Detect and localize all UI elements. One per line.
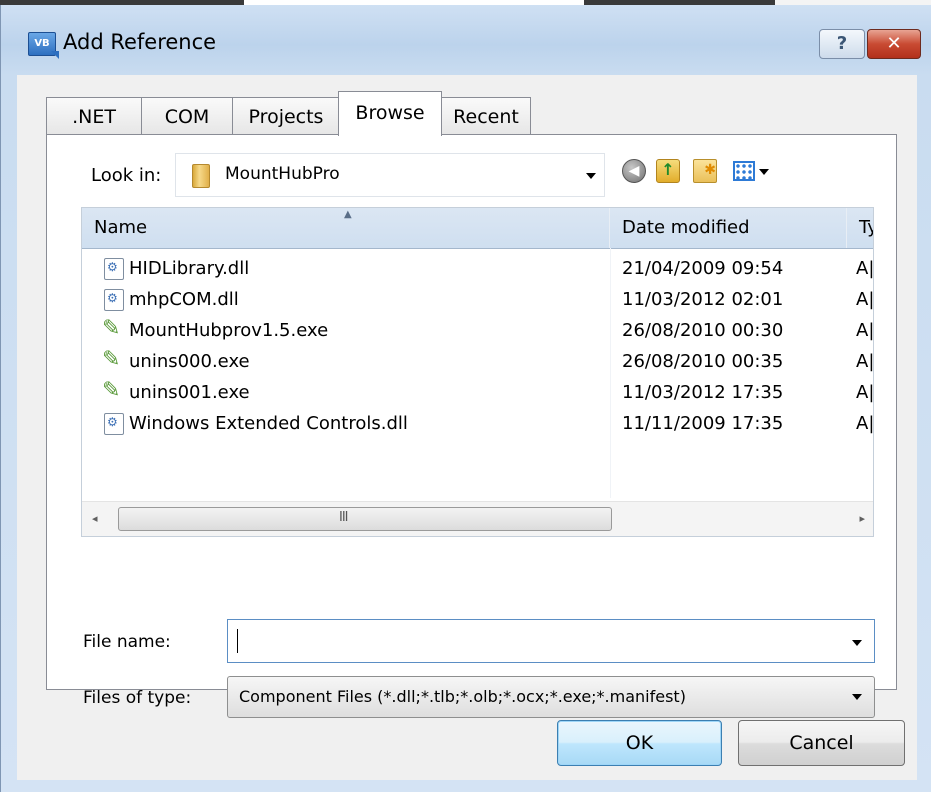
- file-name: unins000.exe: [129, 351, 250, 372]
- visual-basic-icon-label: VB: [34, 38, 50, 49]
- scrollbar-thumb[interactable]: III: [118, 507, 612, 531]
- view-menu-chevron-icon[interactable]: [759, 169, 769, 175]
- up-folder-icon[interactable]: ↑: [656, 159, 680, 183]
- title-bar[interactable]: VB Add Reference ? ✕: [1, 5, 931, 75]
- look-in-label: Look in:: [91, 165, 162, 186]
- file-name-input[interactable]: [227, 619, 875, 663]
- dll-file-icon: [104, 413, 124, 435]
- sort-ascending-icon: ▲: [344, 209, 352, 220]
- file-row[interactable]: mhpCOM.dll 11/03/2012 02:01 A|: [82, 285, 874, 316]
- files-of-type-dropdown[interactable]: Component Files (*.dll;*.tlb;*.olb;*.ocx…: [227, 676, 875, 718]
- tab-com[interactable]: COM: [141, 97, 233, 135]
- dialog-client-area: .NET COM Projects Browse Recent Look in:…: [17, 75, 917, 780]
- file-date: 26/08/2010 00:35: [622, 351, 784, 372]
- help-button[interactable]: ?: [819, 29, 865, 59]
- text-caret: [237, 629, 238, 653]
- exe-file-icon: [102, 347, 124, 373]
- visual-basic-icon-arrow: [51, 51, 59, 59]
- close-button[interactable]: ✕: [867, 29, 921, 59]
- file-type: A|: [856, 382, 874, 403]
- cancel-button[interactable]: Cancel: [738, 720, 905, 766]
- visual-basic-icon: VB: [28, 32, 59, 59]
- tab-recent[interactable]: Recent: [441, 97, 531, 135]
- chevron-down-icon[interactable]: [586, 173, 596, 179]
- look-in-value: MountHubPro: [225, 164, 340, 184]
- file-row[interactable]: unins001.exe 11/03/2012 17:35 A|: [82, 378, 874, 409]
- scroll-left-icon[interactable]: ◂: [92, 512, 98, 525]
- file-type: A|: [856, 289, 874, 310]
- file-date: 11/11/2009 17:35: [622, 413, 784, 434]
- view-menu-icon[interactable]: [733, 161, 755, 181]
- file-type: A|: [856, 351, 874, 372]
- files-of-type-value: Component Files (*.dll;*.tlb;*.olb;*.ocx…: [239, 687, 686, 706]
- ok-button[interactable]: OK: [557, 720, 722, 766]
- chevron-down-icon[interactable]: [852, 694, 862, 700]
- tab-browse[interactable]: Browse: [338, 91, 442, 136]
- file-name: MountHubprov1.5.exe: [129, 320, 329, 341]
- file-list-header: Name ▲ Date modified Ty: [82, 208, 873, 249]
- look-in-dropdown[interactable]: MountHubPro: [175, 153, 605, 197]
- file-row[interactable]: Windows Extended Controls.dll 11/11/2009…: [82, 409, 874, 440]
- file-row[interactable]: MountHubprov1.5.exe 26/08/2010 00:30 A|: [82, 316, 874, 347]
- browse-panel: Look in: MountHubPro ◀ ↑ ✱ Name ▲ Date m…: [46, 134, 897, 718]
- exe-file-icon: [102, 378, 124, 404]
- file-name: unins001.exe: [129, 382, 250, 403]
- file-name-label: File name:: [83, 632, 171, 652]
- file-row[interactable]: HIDLibrary.dll 21/04/2009 09:54 A|: [82, 254, 874, 285]
- add-reference-dialog: VB Add Reference ? ✕ .NET COM Projects B…: [0, 5, 931, 792]
- column-header-type[interactable]: Ty: [847, 208, 873, 248]
- file-date: 11/03/2012 17:35: [622, 382, 784, 403]
- file-row[interactable]: unins000.exe 26/08/2010 00:35 A|: [82, 347, 874, 378]
- back-icon[interactable]: ◀: [622, 159, 646, 183]
- file-date: 21/04/2009 09:54: [622, 258, 784, 279]
- file-date: 26/08/2010 00:30: [622, 320, 784, 341]
- file-name: Windows Extended Controls.dll: [129, 413, 408, 434]
- tab-dotnet[interactable]: .NET: [46, 97, 142, 135]
- file-type: A|: [856, 413, 874, 434]
- file-type: A|: [856, 258, 874, 279]
- dialog-title: Add Reference: [63, 30, 217, 54]
- file-name: mhpCOM.dll: [129, 289, 239, 310]
- horizontal-scrollbar[interactable]: ◂ III ▸: [82, 501, 873, 536]
- new-folder-icon[interactable]: ✱: [693, 159, 717, 183]
- exe-file-icon: [102, 316, 124, 342]
- file-name: HIDLibrary.dll: [129, 258, 250, 279]
- folder-icon: [192, 164, 210, 188]
- dll-file-icon: [104, 289, 124, 311]
- scroll-right-icon[interactable]: ▸: [859, 512, 865, 525]
- tab-projects[interactable]: Projects: [232, 97, 340, 135]
- column-header-date-modified[interactable]: Date modified: [610, 208, 847, 248]
- scrollbar-grip-icon: III: [339, 510, 348, 525]
- chevron-down-icon[interactable]: [852, 640, 862, 646]
- file-date: 11/03/2012 02:01: [622, 289, 784, 310]
- file-type: A|: [856, 320, 874, 341]
- dll-file-icon: [104, 258, 124, 280]
- files-of-type-label: Files of type:: [83, 688, 192, 708]
- file-list[interactable]: Name ▲ Date modified Ty HIDLibrary.dll 2…: [81, 207, 874, 537]
